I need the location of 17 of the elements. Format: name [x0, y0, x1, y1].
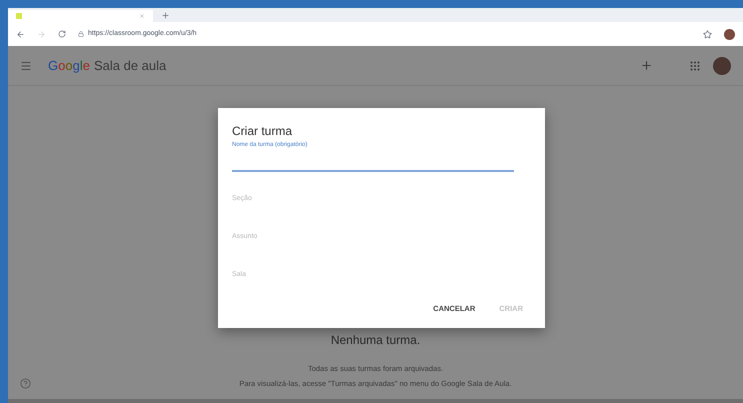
- help-icon[interactable]: [20, 378, 31, 389]
- lock-icon: [78, 31, 84, 37]
- profile-avatar[interactable]: [713, 56, 731, 74]
- close-icon[interactable]: [139, 13, 145, 19]
- back-icon[interactable]: [16, 30, 25, 38]
- google-logo: Google: [48, 56, 90, 75]
- new-tab-icon[interactable]: [161, 11, 170, 20]
- app-title: Sala de aula: [94, 56, 166, 75]
- bookmark-star-icon[interactable]: [703, 30, 712, 38]
- favicon-icon: [16, 13, 22, 19]
- reload-icon[interactable]: [58, 30, 66, 38]
- profile-avatar[interactable]: [724, 28, 735, 40]
- add-icon[interactable]: [640, 59, 653, 72]
- dialog-title: Criar turma: [232, 123, 294, 140]
- apps-grid-icon[interactable]: [689, 60, 701, 72]
- empty-heading: Nenhuma turma.: [330, 332, 420, 349]
- menu-icon[interactable]: [20, 60, 32, 72]
